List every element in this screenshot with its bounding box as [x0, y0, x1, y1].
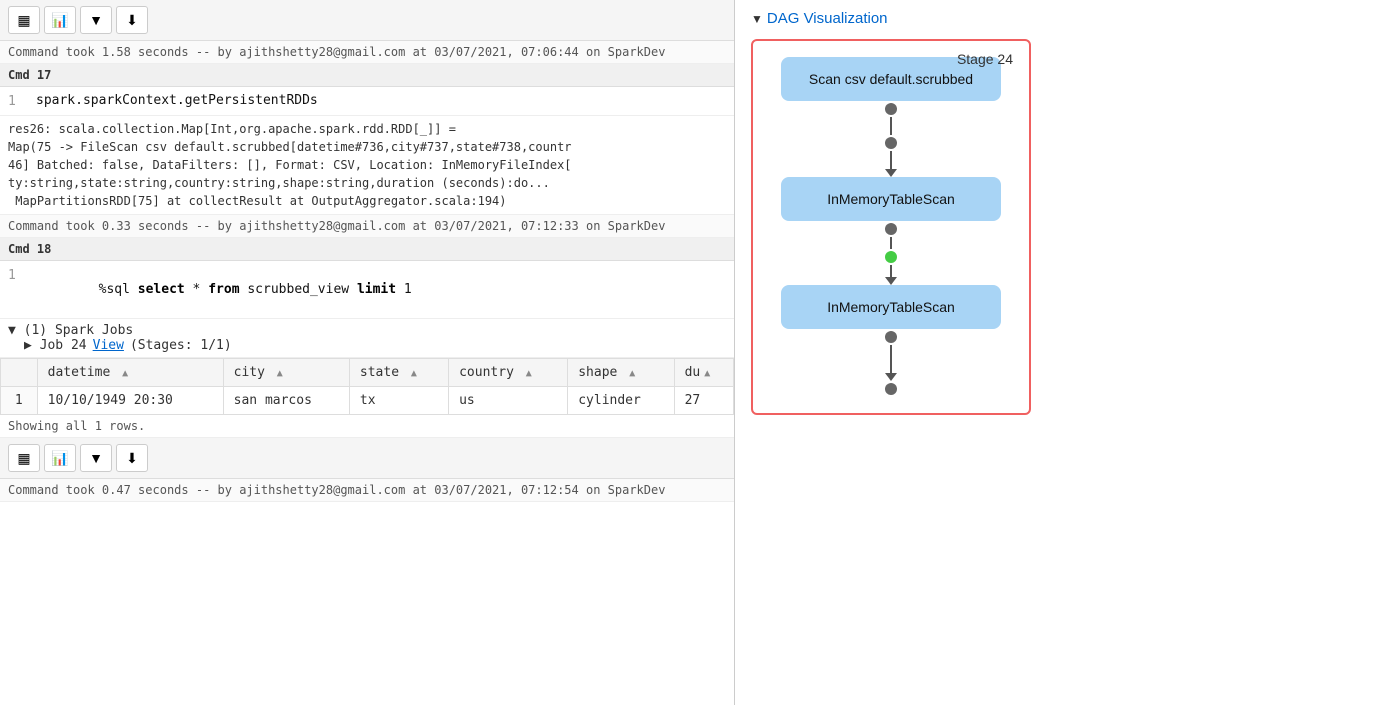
- cmd-18-header: Cmd 18: [0, 238, 734, 261]
- toolbar-2: ▦ 📊 ▼ ⬇: [0, 438, 734, 479]
- job-24-expand[interactable]: ▶ Job 24: [24, 338, 87, 353]
- dag-collapse-arrow[interactable]: ▼: [751, 12, 763, 26]
- table-view-button[interactable]: ▦: [8, 6, 40, 34]
- dag-connector-3: [769, 329, 1013, 397]
- job-24-stages: (Stages: 1/1): [130, 338, 232, 353]
- cmd-17-output: res26: scala.collection.Map[Int,org.apac…: [0, 116, 734, 215]
- line-num-17: 1: [8, 93, 36, 109]
- cmd-17-header: Cmd 17: [0, 64, 734, 87]
- dag-line-1a: [890, 117, 892, 135]
- left-panel: ▦ 📊 ▼ ⬇ Command took 1.58 seconds -- by …: [0, 0, 735, 705]
- dag-line-2b: [890, 265, 892, 277]
- dag-arrowdown-2: [885, 277, 897, 285]
- table-row: 1 10/10/1949 20:30 san marcos tx us cyli…: [1, 387, 734, 415]
- right-panel: ▼ DAG Visualization Stage 24 Scan csv de…: [735, 0, 1400, 705]
- dag-connector-2: [769, 221, 1013, 285]
- dag-line-1b: [890, 151, 892, 169]
- cell-datetime: 10/10/1949 20:30: [37, 387, 223, 415]
- result-table: datetime ▲ city ▲ state ▲ country ▲ shap…: [0, 358, 734, 415]
- col-header-rownum: [1, 359, 38, 387]
- cmd-17-code: spark.sparkContext.getPersistentRDDs: [36, 93, 318, 108]
- dropdown-button[interactable]: ▼: [80, 6, 112, 34]
- dag-line-3a: [890, 345, 892, 373]
- dag-dot-1a: [885, 103, 897, 115]
- dag-node-inmemory-2: InMemoryTableScan: [781, 285, 1001, 329]
- job-24-line: ▶ Job 24 View (Stages: 1/1): [8, 338, 726, 353]
- toolbar-1: ▦ 📊 ▼ ⬇: [0, 0, 734, 41]
- spark-jobs-section: ▼ (1) Spark Jobs ▶ Job 24 View (Stages: …: [0, 319, 734, 358]
- dag-dot-3b: [885, 383, 897, 395]
- cell-shape: cylinder: [568, 387, 674, 415]
- col-header-du[interactable]: du▲: [674, 359, 733, 387]
- download-button[interactable]: ⬇: [116, 6, 148, 34]
- dag-dot-2b-green: [885, 251, 897, 263]
- cell-state: tx: [349, 387, 448, 415]
- col-header-datetime[interactable]: datetime ▲: [37, 359, 223, 387]
- status-line-18: Command took 0.47 seconds -- by ajithshe…: [0, 479, 734, 502]
- download-button-2[interactable]: ⬇: [116, 444, 148, 472]
- row-num-1: 1: [1, 387, 38, 415]
- job-24-view-link[interactable]: View: [93, 338, 124, 353]
- table-view-button-2[interactable]: ▦: [8, 444, 40, 472]
- col-header-shape[interactable]: shape ▲: [568, 359, 674, 387]
- cell-city: san marcos: [223, 387, 349, 415]
- cmd-18-code-block: 1 %sql select * from scrubbed_view limit…: [0, 261, 734, 319]
- col-header-city[interactable]: city ▲: [223, 359, 349, 387]
- dropdown-button-2[interactable]: ▼: [80, 444, 112, 472]
- bar-chart-button-2[interactable]: 📊: [44, 444, 76, 472]
- status-line-17-pre: Command took 1.58 seconds -- by ajithshe…: [0, 41, 734, 64]
- result-table-container: datetime ▲ city ▲ state ▲ country ▲ shap…: [0, 358, 734, 415]
- cmd-17-code-block: 1 spark.sparkContext.getPersistentRDDs: [0, 87, 734, 116]
- col-header-country[interactable]: country ▲: [449, 359, 568, 387]
- status-line-17: Command took 0.33 seconds -- by ajithshe…: [0, 215, 734, 238]
- bar-chart-button[interactable]: 📊: [44, 6, 76, 34]
- dag-dot-2a: [885, 223, 897, 235]
- dag-arrowdown-3: [885, 373, 897, 381]
- dag-title-text: DAG Visualization: [767, 10, 888, 27]
- dag-container: Stage 24 Scan csv default.scrubbed InMem…: [751, 39, 1031, 415]
- dag-node-inmemory-1: InMemoryTableScan: [781, 177, 1001, 221]
- cell-country: us: [449, 387, 568, 415]
- dag-connector-1: [769, 101, 1013, 177]
- stage-label: Stage 24: [957, 51, 1013, 67]
- cmd-18-code: %sql select * from scrubbed_view limit 1: [36, 267, 412, 312]
- dag-dot-1b: [885, 137, 897, 149]
- showing-rows-text: Showing all 1 rows.: [0, 415, 734, 438]
- col-header-state[interactable]: state ▲: [349, 359, 448, 387]
- dag-title: ▼ DAG Visualization: [751, 10, 1384, 27]
- spark-jobs-header[interactable]: ▼ (1) Spark Jobs: [8, 323, 726, 338]
- dag-line-2a: [890, 237, 892, 249]
- dag-arrowdown-1: [885, 169, 897, 177]
- cell-du: 27: [674, 387, 733, 415]
- dag-dot-3a: [885, 331, 897, 343]
- line-num-18: 1: [8, 267, 36, 283]
